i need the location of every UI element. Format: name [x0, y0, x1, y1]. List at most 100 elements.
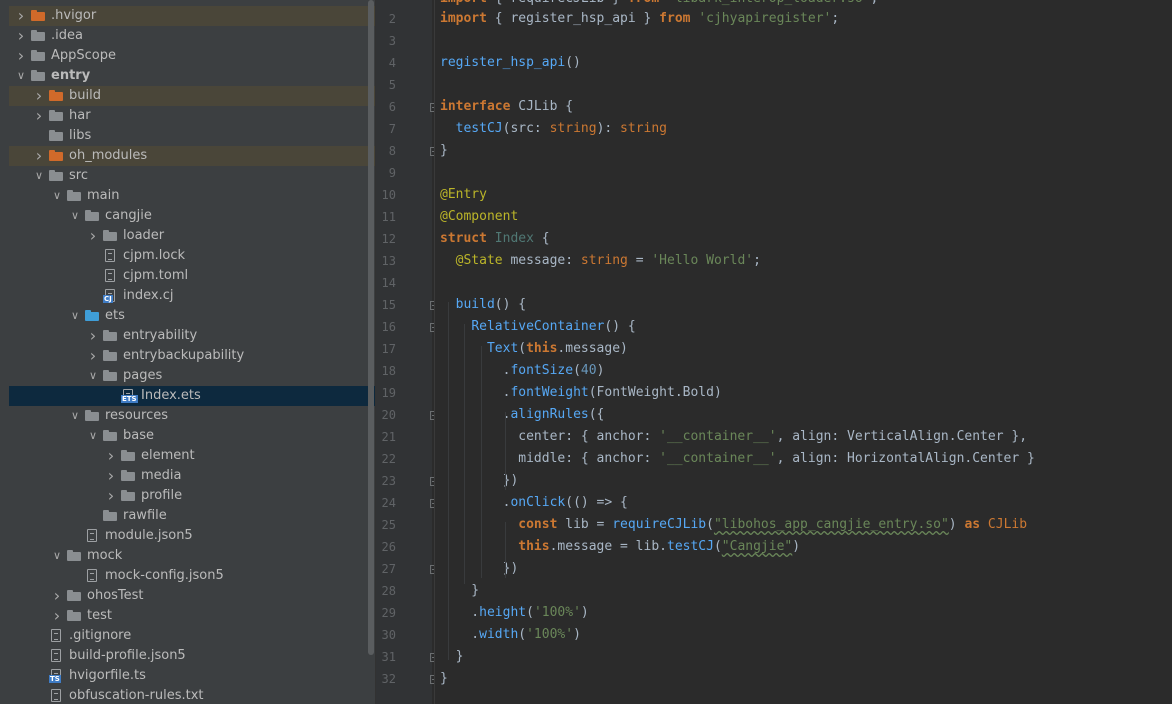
chevron-right-icon[interactable]: ›	[15, 46, 27, 66]
chevron-down-icon[interactable]: ∨	[87, 426, 99, 446]
code-line[interactable]: .width('100%')	[440, 624, 581, 646]
code-line[interactable]: middle: { anchor: '__container__', align…	[440, 448, 1035, 470]
code-line[interactable]: center: { anchor: '__container__', align…	[440, 426, 1027, 448]
code-line[interactable]: interface CJLib {	[440, 96, 573, 118]
code-line[interactable]: .onClick(() => {	[440, 492, 628, 514]
tree-item[interactable]: ∨ pages	[9, 366, 375, 386]
tree-item[interactable]: TS hvigorfile.ts	[9, 666, 375, 686]
chevron-right-icon[interactable]: ›	[33, 86, 45, 106]
chevron-right-icon[interactable]: ›	[87, 226, 99, 246]
chevron-right-icon[interactable]: ›	[105, 486, 117, 506]
chevron-right-icon[interactable]: ›	[51, 606, 63, 626]
tree-item[interactable]: cjpm.toml	[9, 266, 375, 286]
tree-item[interactable]: rawfile	[9, 506, 375, 526]
tree-item[interactable]: module.json5	[9, 526, 375, 546]
code-token: }	[440, 143, 448, 158]
code-line[interactable]: const lib = requireCJLib("libohos_app_ca…	[440, 514, 1027, 536]
tree-item[interactable]: › entrybackupability	[9, 346, 375, 366]
chevron-down-icon[interactable]: ∨	[69, 306, 81, 326]
chevron-down-icon[interactable]: ∨	[51, 186, 63, 206]
tree-item-label: test	[87, 608, 112, 623]
tree-item[interactable]: ∨ ets	[9, 306, 375, 326]
tree-item[interactable]: CJ index.cj	[9, 286, 375, 306]
code-line[interactable]: .height('100%')	[440, 602, 588, 624]
tree-item[interactable]: build-profile.json5	[9, 646, 375, 666]
chevron-right-icon[interactable]: ›	[87, 326, 99, 346]
code-line[interactable]: @Entry	[440, 184, 487, 206]
chevron-down-icon[interactable]: ∨	[15, 66, 27, 86]
chevron-right-icon[interactable]: ›	[33, 106, 45, 126]
code-token: width	[479, 627, 519, 642]
code-line[interactable]: this.message = lib.testCJ("Cangjie")	[440, 536, 800, 558]
tree-item[interactable]: ∨ cangjie	[9, 206, 375, 226]
code-line[interactable]: struct Index {	[440, 228, 550, 250]
chevron-right-icon[interactable]: ›	[15, 26, 27, 46]
chevron-right-icon[interactable]: ›	[105, 466, 117, 486]
tree-item[interactable]: ∨ entry	[9, 66, 375, 86]
code-line[interactable]: import { register_hsp_api } from 'cjhyap…	[440, 8, 839, 30]
code-token: register_hsp_api	[510, 11, 636, 26]
code-line[interactable]: }	[440, 580, 479, 602]
chevron-right-icon[interactable]: ›	[87, 346, 99, 366]
tree-item[interactable]: › .idea	[9, 26, 375, 46]
chevron-right-icon[interactable]: ›	[105, 446, 117, 466]
project-tree[interactable]: › .hvigor › .idea › AppScope ∨ entry › build › har l…	[9, 0, 375, 704]
tree-item[interactable]: › test	[9, 606, 375, 626]
tree-item[interactable]: › profile	[9, 486, 375, 506]
tree-item[interactable]: obfuscation-rules.txt	[9, 686, 375, 704]
code-line[interactable]: .fontWeight(FontWeight.Bold)	[440, 382, 722, 404]
tree-item[interactable]: › element	[9, 446, 375, 466]
code-line[interactable]: register_hsp_api()	[440, 52, 581, 74]
tree-item[interactable]: › media	[9, 466, 375, 486]
chevron-down-icon[interactable]: ∨	[33, 166, 45, 186]
code-line[interactable]: build() {	[440, 294, 526, 316]
tree-item[interactable]: .gitignore	[9, 626, 375, 646]
tree-item[interactable]: › oh_modules	[9, 146, 375, 166]
code-line[interactable]: }	[440, 140, 448, 162]
chevron-right-icon[interactable]: ›	[33, 146, 45, 166]
chevron-down-icon[interactable]: ∨	[69, 206, 81, 226]
code-line[interactable]: testCJ(src: string): string	[440, 118, 667, 140]
tree-item[interactable]: › AppScope	[9, 46, 375, 66]
tree-item[interactable]: ∨ resources	[9, 406, 375, 426]
chevron-down-icon[interactable]: ∨	[51, 546, 63, 566]
code-line[interactable]: @Component	[440, 206, 518, 228]
code-line[interactable]: @State message: string = 'Hello World';	[440, 250, 761, 272]
code-token: this	[518, 539, 550, 554]
tree-item[interactable]: › entryability	[9, 326, 375, 346]
tree-item[interactable]: ∨ base	[9, 426, 375, 446]
code-line[interactable]: })	[440, 558, 519, 580]
code-editor[interactable]: import { requireCJLib } from 'libark_int…	[435, 0, 1172, 704]
chevron-down-icon[interactable]: ∨	[87, 366, 99, 386]
chevron-right-icon[interactable]: ›	[15, 6, 27, 26]
tree-item-label: obfuscation-rules.txt	[69, 688, 204, 703]
tree-item-label: har	[69, 108, 91, 123]
code-line[interactable]: }	[440, 668, 448, 690]
code-token: string	[549, 121, 597, 136]
code-line[interactable]: RelativeContainer() {	[440, 316, 635, 338]
tree-item[interactable]: libs	[9, 126, 375, 146]
chevron-down-icon[interactable]: ∨	[69, 406, 81, 426]
chevron-right-icon[interactable]: ›	[51, 586, 63, 606]
tree-item[interactable]: cjpm.lock	[9, 246, 375, 266]
code-token: @State	[455, 253, 503, 268]
folder-icon	[31, 49, 47, 63]
code-line[interactable]: Text(this.message)	[440, 338, 628, 360]
tree-item[interactable]: ∨ main	[9, 186, 375, 206]
tree-item[interactable]: › .hvigor	[9, 6, 375, 26]
tree-item[interactable]: ∨ mock	[9, 546, 375, 566]
tree-item[interactable]: › loader	[9, 226, 375, 246]
tree-item[interactable]: › build	[9, 86, 375, 106]
tree-item[interactable]: ∨ src	[9, 166, 375, 186]
tree-item[interactable]: ETS Index.ets	[9, 386, 375, 406]
tree-item[interactable]: › ohosTest	[9, 586, 375, 606]
tree-scrollbar[interactable]	[368, 0, 374, 655]
indent-guide	[481, 346, 482, 578]
code-token: .	[440, 363, 511, 378]
folder-icon	[103, 509, 119, 523]
code-line[interactable]: }	[440, 646, 464, 668]
tree-item[interactable]: › har	[9, 106, 375, 126]
tree-item[interactable]: mock-config.json5	[9, 566, 375, 586]
code-line[interactable]: })	[440, 470, 519, 492]
